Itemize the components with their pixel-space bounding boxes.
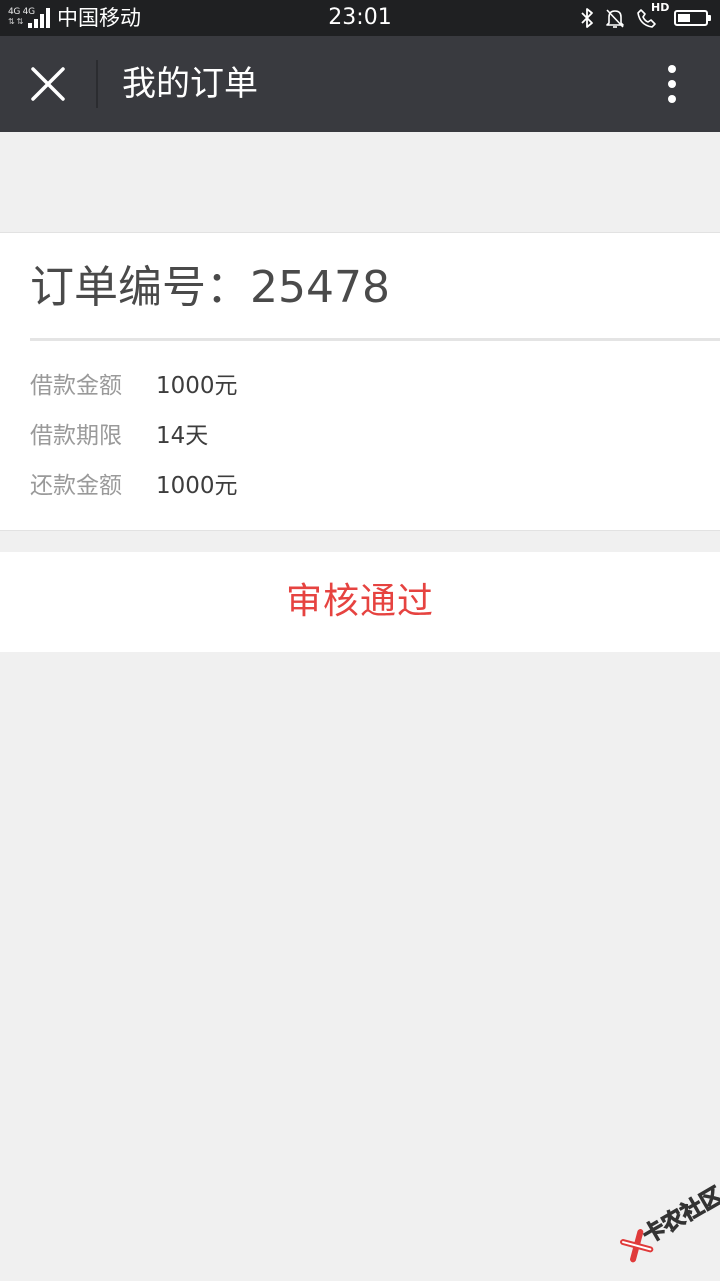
top-bar-divider: [96, 60, 98, 108]
close-button[interactable]: [16, 52, 80, 116]
order-divider: [30, 338, 720, 341]
status-bar: 4G 4G ⇅ ⇅ 中国移动 23:01 HD: [0, 0, 720, 36]
review-status-label: 审核通过: [285, 581, 434, 622]
mute-bell-icon: [604, 7, 626, 29]
order-number-heading: 订单编号：25478: [30, 263, 390, 313]
top-bar: 我的订单: [0, 36, 720, 132]
status-icons: HD: [570, 1, 711, 31]
more-vertical-icon: [668, 65, 676, 103]
carrier-name: 中国移动: [57, 6, 141, 30]
order-number: 25478: [250, 262, 390, 313]
order-card: 订单编号：25478 借款金额 1000元 借款期限 14天 还款金额 1000元: [0, 232, 720, 531]
loan-term-value: 14天: [156, 423, 209, 449]
watermark-text: 卡农社区: [638, 1183, 720, 1250]
loan-term-label: 借款期限: [30, 423, 122, 449]
hd-call-icon: HD: [636, 1, 669, 29]
close-icon: [31, 67, 65, 101]
repayment-amount-row: 还款金额 1000元: [30, 469, 238, 503]
status-time: 23:01: [328, 5, 392, 30]
battery-icon: [674, 10, 711, 26]
repayment-amount-label: 还款金额: [30, 473, 122, 499]
review-status-button[interactable]: 审核通过: [0, 552, 720, 652]
signal-strength-icon: [28, 8, 52, 28]
loan-term-row: 借款期限 14天: [30, 419, 208, 453]
loan-amount-value: 1000元: [156, 373, 238, 399]
battery-fill: [678, 14, 690, 22]
bluetooth-icon: [580, 7, 594, 29]
community-watermark: 卡农社区: [600, 1165, 720, 1281]
repayment-amount-value: 1000元: [156, 473, 238, 499]
order-number-label: 订单编号：: [30, 262, 250, 313]
hd-badge: HD: [651, 1, 670, 14]
more-options-button[interactable]: [648, 60, 696, 108]
loan-amount-row: 借款金额 1000元: [30, 369, 238, 403]
page-title: 我的订单: [122, 64, 258, 104]
loan-amount-label: 借款金额: [30, 373, 122, 399]
